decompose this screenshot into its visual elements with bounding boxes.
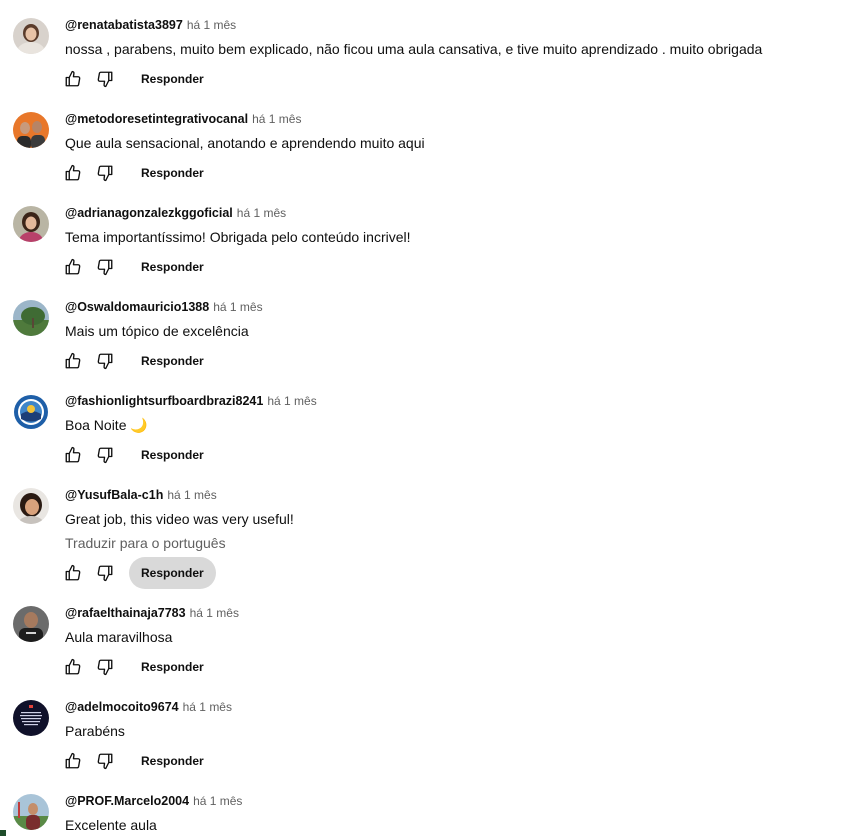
- page-corner: [0, 830, 6, 836]
- comment-author[interactable]: @fashionlightsurfboardbrazi8241: [65, 394, 263, 408]
- comment-header: @fashionlightsurfboardbrazi8241 há 1 mês: [65, 394, 317, 412]
- comment-author[interactable]: @adelmocoito9674: [65, 700, 179, 714]
- comment-header: @PROF.Marcelo2004 há 1 mês: [65, 794, 242, 812]
- thumbs-down-icon[interactable]: [93, 561, 117, 585]
- reply-button[interactable]: Responder: [129, 439, 216, 471]
- reply-button[interactable]: Responder: [129, 651, 216, 683]
- comment-author[interactable]: @Oswaldomauricio1388: [65, 300, 209, 314]
- comment-text: Boa Noite 🌙: [65, 417, 148, 433]
- reply-button[interactable]: Responder: [129, 63, 216, 95]
- thumbs-up-icon[interactable]: [61, 655, 85, 679]
- comment-time[interactable]: há 1 mês: [252, 112, 301, 126]
- comment-actions: Responder: [60, 62, 216, 96]
- reply-button[interactable]: Responder: [129, 745, 216, 777]
- thumbs-up-icon[interactable]: [61, 67, 85, 91]
- comment-time[interactable]: há 1 mês: [237, 206, 286, 220]
- thumbs-down-icon[interactable]: [93, 349, 117, 373]
- comment-author[interactable]: @adrianagonzalezkggoficial: [65, 206, 233, 220]
- comment-text: nossa , parabens, muito bem explicado, n…: [65, 41, 763, 57]
- comment-text: Aula maravilhosa: [65, 629, 173, 645]
- thumbs-down-icon[interactable]: [93, 443, 117, 467]
- comment-header: @adrianagonzalezkggoficial há 1 mês: [65, 206, 286, 224]
- comment-text: Excelente aula: [65, 817, 157, 833]
- comment-text: Great job, this video was very useful!: [65, 511, 294, 527]
- comment-time[interactable]: há 1 mês: [193, 794, 242, 808]
- comment-time[interactable]: há 1 mês: [183, 700, 232, 714]
- thumbs-down-icon[interactable]: [93, 67, 117, 91]
- reply-button[interactable]: Responder: [129, 557, 216, 589]
- avatar[interactable]: [13, 206, 49, 242]
- comment-time[interactable]: há 1 mês: [190, 606, 239, 620]
- comment-author[interactable]: @metodoresetintegrativocanal: [65, 112, 248, 126]
- comment-author[interactable]: @PROF.Marcelo2004: [65, 794, 189, 808]
- comment-actions: Responder: [60, 250, 216, 284]
- comment-actions: Responder: [60, 156, 216, 190]
- comment-author[interactable]: @renatabatista3897: [65, 18, 183, 32]
- thumbs-up-icon[interactable]: [61, 161, 85, 185]
- thumbs-up-icon[interactable]: [61, 443, 85, 467]
- comment-text: Mais um tópico de excelência: [65, 323, 249, 339]
- translate-link[interactable]: Traduzir para o português: [65, 535, 226, 551]
- comment-time[interactable]: há 1 mês: [267, 394, 316, 408]
- reply-button[interactable]: Responder: [129, 345, 216, 377]
- comment-header: @adelmocoito9674 há 1 mês: [65, 700, 232, 718]
- avatar[interactable]: [13, 700, 49, 736]
- comment-header: @YusufBala-c1h há 1 mês: [65, 488, 217, 506]
- comment-text: Parabéns: [65, 723, 125, 739]
- comment-author[interactable]: @rafaelthainaja7783: [65, 606, 186, 620]
- comment-header: @metodoresetintegrativocanal há 1 mês: [65, 112, 301, 130]
- comment-actions: Responder: [60, 344, 216, 378]
- thumbs-down-icon[interactable]: [93, 255, 117, 279]
- thumbs-up-icon[interactable]: [61, 255, 85, 279]
- thumbs-down-icon[interactable]: [93, 161, 117, 185]
- thumbs-up-icon[interactable]: [61, 349, 85, 373]
- avatar[interactable]: [13, 394, 49, 430]
- comment-actions: Responder: [60, 556, 216, 590]
- comment-header: @rafaelthainaja7783 há 1 mês: [65, 606, 239, 624]
- comment-time[interactable]: há 1 mês: [167, 488, 216, 502]
- comment-actions: Responder: [60, 650, 216, 684]
- avatar[interactable]: [13, 794, 49, 830]
- avatar[interactable]: [13, 112, 49, 148]
- comment-header: @renatabatista3897 há 1 mês: [65, 18, 236, 36]
- comment-time[interactable]: há 1 mês: [213, 300, 262, 314]
- thumbs-down-icon[interactable]: [93, 655, 117, 679]
- reply-button[interactable]: Responder: [129, 251, 216, 283]
- comment-text: Tema importantíssimo! Obrigada pelo cont…: [65, 229, 411, 245]
- comment-text: Que aula sensacional, anotando e aprende…: [65, 135, 425, 151]
- comment-actions: Responder: [60, 438, 216, 472]
- comment-author[interactable]: @YusufBala-c1h: [65, 488, 163, 502]
- reply-button[interactable]: Responder: [129, 157, 216, 189]
- thumbs-down-icon[interactable]: [93, 749, 117, 773]
- thumbs-up-icon[interactable]: [61, 561, 85, 585]
- comment-actions: Responder: [60, 744, 216, 778]
- avatar[interactable]: [13, 488, 49, 524]
- avatar[interactable]: [13, 18, 49, 54]
- thumbs-up-icon[interactable]: [61, 749, 85, 773]
- avatar[interactable]: [13, 606, 49, 642]
- avatar[interactable]: [13, 300, 49, 336]
- comment-header: @Oswaldomauricio1388 há 1 mês: [65, 300, 263, 318]
- comment-time[interactable]: há 1 mês: [187, 18, 236, 32]
